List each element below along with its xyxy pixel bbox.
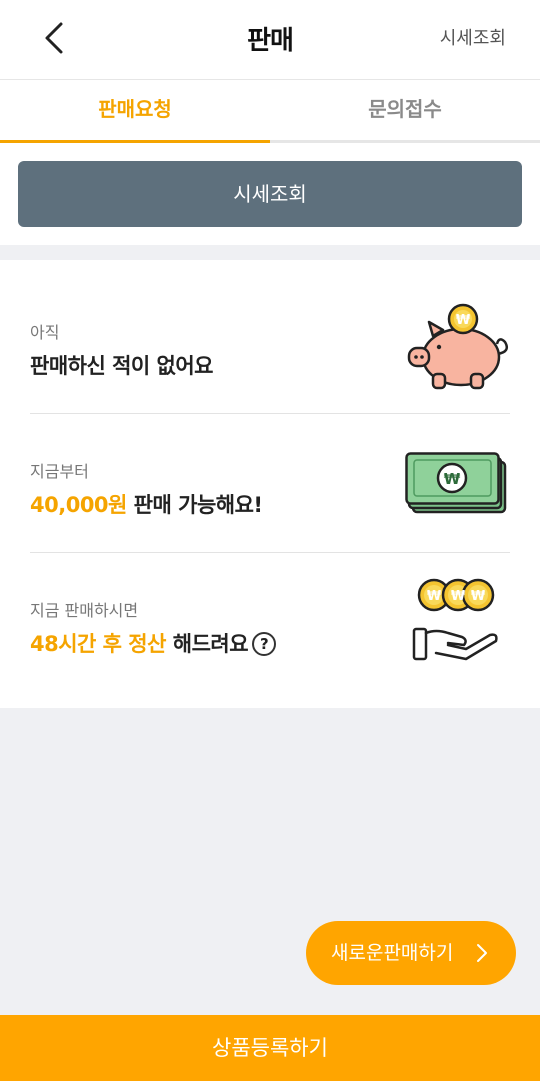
coin-won-symbol: ₩ [427, 589, 442, 604]
price-check-section: 시세조회 [0, 143, 540, 245]
sell-available-amount: 40,000원 [30, 493, 127, 517]
sell-info-card: 아직 판매하신 적이 없어요 ₩ 지금부터 40,000원 판매 가능해요! ₩… [0, 260, 540, 708]
settlement-headline: 48시간 후 정산 해드려요? [30, 628, 277, 658]
new-sale-button[interactable]: 새로운판매하기 [306, 921, 516, 985]
tab-sell-request[interactable]: 판매요청 [0, 80, 270, 143]
sell-history-row: 아직 판매하신 적이 없어요 ₩ [30, 275, 510, 414]
header-price-check-link[interactable]: 시세조회 [440, 24, 506, 50]
sell-available-headline: 40,000원 판매 가능해요! [30, 489, 263, 519]
coin-won-symbol: ₩ [471, 589, 486, 604]
register-product-button[interactable]: 상품등록하기 [0, 1015, 540, 1081]
coin-won-symbol: ₩ [456, 313, 471, 328]
sell-available-caption: 지금부터 [30, 462, 89, 481]
settlement-time: 48시간 후 정산 [30, 632, 166, 656]
help-icon[interactable]: ? [252, 632, 277, 656]
coin-won-symbol: ₩ [451, 589, 466, 604]
piggy-bank-icon: ₩ [407, 303, 508, 390]
tab-bar: 판매요청 문의접수 [0, 80, 540, 143]
new-sale-label: 새로운판매하기 [331, 942, 454, 964]
app-header: 판매 시세조회 [0, 0, 540, 80]
hand-coins-icon: ₩ ₩ ₩ [412, 578, 498, 661]
settlement-text: 해드려요 [165, 632, 249, 656]
sell-history-caption: 아직 [30, 323, 60, 342]
sell-screen: 판매 시세조회 판매요청 문의접수 시세조회 아직 판매하신 적이 없어요 ₩ … [0, 0, 540, 1081]
settlement-row: 지금 판매하시면 48시간 후 정산 해드려요? ₩ ₩ ₩ [30, 553, 510, 692]
tab-inquiry[interactable]: 문의접수 [270, 80, 540, 140]
price-check-button[interactable]: 시세조회 [18, 161, 522, 227]
chevron-right-icon [477, 944, 487, 962]
settlement-caption: 지금 판매하시면 [30, 601, 139, 620]
sell-available-text: 판매 가능해요! [126, 493, 263, 517]
sell-history-headline: 판매하신 적이 없어요 [30, 354, 214, 378]
sell-available-row: 지금부터 40,000원 판매 가능해요! ₩ [30, 414, 510, 553]
cash-won-symbol: ₩ [444, 470, 461, 488]
cash-stack-icon: ₩ [405, 452, 507, 514]
